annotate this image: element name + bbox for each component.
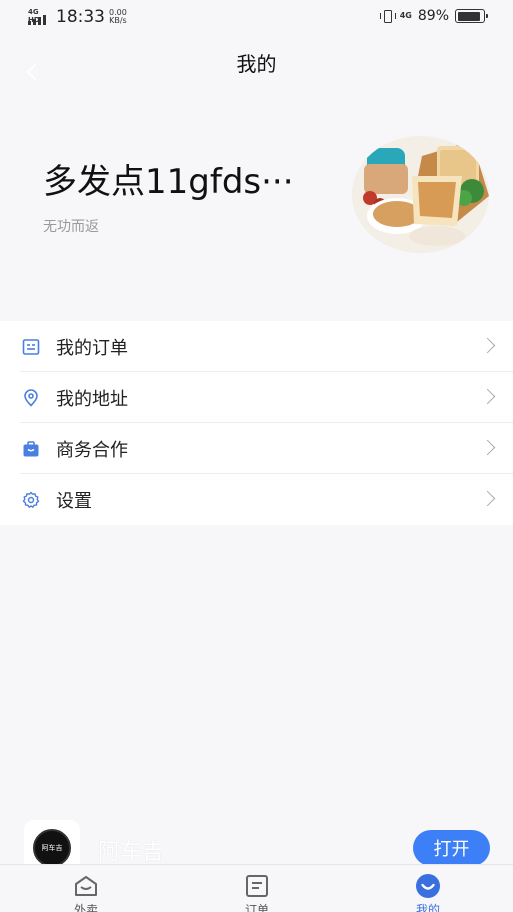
- order-icon: [22, 338, 40, 356]
- vibrate-icon: [379, 9, 396, 23]
- page-title: 我的: [236, 52, 277, 76]
- chevron-right-icon: [479, 388, 496, 405]
- battery-percent: 89%: [417, 8, 449, 24]
- avatar[interactable]: [352, 136, 489, 253]
- tab-label: 外卖: [73, 903, 98, 912]
- menu-item-label: 设置: [56, 490, 92, 512]
- tab-bar: 外卖 订单 我的: [0, 864, 513, 912]
- tab-label: 订单: [244, 903, 269, 912]
- menu-list: 我的订单 我的地址 商务合作 设置: [0, 321, 513, 525]
- tab-takeout[interactable]: 外卖: [46, 873, 126, 912]
- location-icon: [22, 388, 40, 407]
- network-speed: 0.00 KB/s: [109, 9, 127, 25]
- app-logo-text: 阿车吉: [41, 844, 63, 852]
- menu-item-business[interactable]: 商务合作: [0, 423, 513, 474]
- menu-item-settings[interactable]: 设置: [0, 474, 513, 525]
- user-bio: 无功而返: [43, 219, 99, 235]
- net-type: 4G: [399, 11, 412, 20]
- status-time: 18:33: [56, 7, 105, 27]
- user-name[interactable]: 多发点11gfds···: [43, 154, 333, 203]
- speed-unit: KB/s: [109, 16, 127, 25]
- chevron-right-icon: [479, 439, 496, 456]
- battery-icon: [455, 9, 488, 23]
- home-bag-icon: [73, 873, 99, 899]
- signal-icon: 4G HD: [28, 8, 50, 26]
- gear-icon: [22, 491, 40, 509]
- menu-item-address[interactable]: 我的地址: [0, 372, 513, 423]
- briefcase-icon: [22, 440, 40, 458]
- tab-label: 我的: [415, 903, 440, 912]
- app-name: 阿车吉: [98, 840, 165, 865]
- menu-item-label: 我的订单: [56, 337, 128, 359]
- menu-item-orders[interactable]: 我的订单: [0, 321, 513, 372]
- food-photo-icon: [352, 136, 489, 253]
- menu-item-label: 商务合作: [56, 439, 128, 461]
- menu-item-label: 我的地址: [56, 388, 128, 410]
- open-button[interactable]: 打开: [413, 830, 490, 866]
- chevron-right-icon: [479, 490, 496, 507]
- profile-header: 多发点11gfds··· 无功而返: [0, 84, 513, 320]
- chevron-right-icon: [479, 337, 496, 354]
- nav-bar: 我的: [0, 34, 513, 84]
- tab-mine[interactable]: 我的: [388, 873, 468, 912]
- smile-icon: [415, 873, 441, 899]
- list-icon: [244, 873, 270, 899]
- status-bar: 4G HD 18:33 0.00 KB/s 4G 89%: [0, 0, 513, 34]
- tab-orders[interactable]: 订单: [217, 873, 297, 912]
